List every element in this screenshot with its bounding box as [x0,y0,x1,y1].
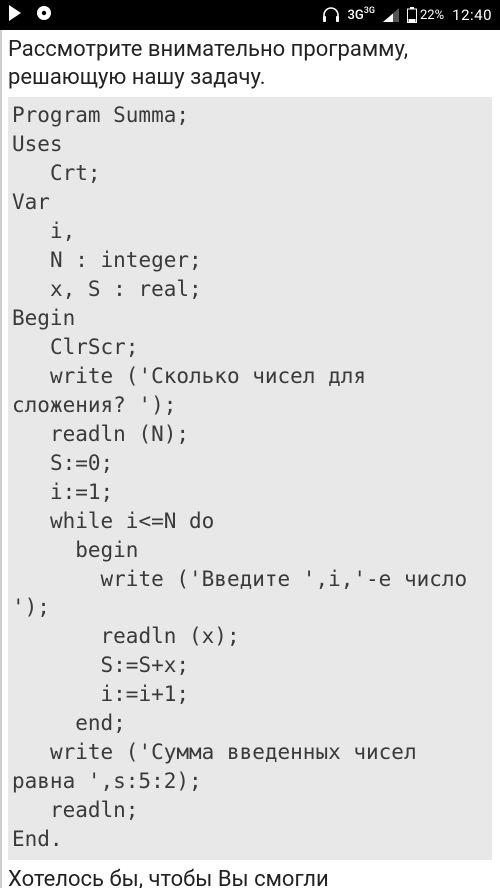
battery-indicator: 22% [407,7,444,23]
content-area[interactable]: Рассмотрите внимательно программу, решаю… [0,30,500,888]
status-right: 3G3G 22% 12:40 [322,6,493,24]
google-play-icon [8,5,22,25]
outro-paragraph: Хотелось бы, чтобы Вы смогли представить… [8,864,492,888]
disc-icon [36,5,52,25]
network-type: 3G3G [348,9,376,22]
page-body: Рассмотрите внимательно программу, решаю… [0,30,500,888]
status-left-icons [8,5,52,25]
signal-icon [383,8,399,22]
intro-paragraph: Рассмотрите внимательно программу, решаю… [8,36,492,91]
headphones-icon [322,7,340,23]
pascal-code-block: Program Summa; Uses Crt; Var i, N : inte… [8,97,492,860]
network-type-label: 3G [348,9,364,22]
status-clock: 12:40 [452,6,492,24]
status-bar: 3G3G 22% 12:40 [0,0,500,30]
network-type-sup: 3G [364,7,375,16]
outro-line-1: Хотелось бы, чтобы Вы смогли [8,867,329,888]
battery-percentage: 22% [420,8,444,23]
battery-icon [407,7,417,23]
